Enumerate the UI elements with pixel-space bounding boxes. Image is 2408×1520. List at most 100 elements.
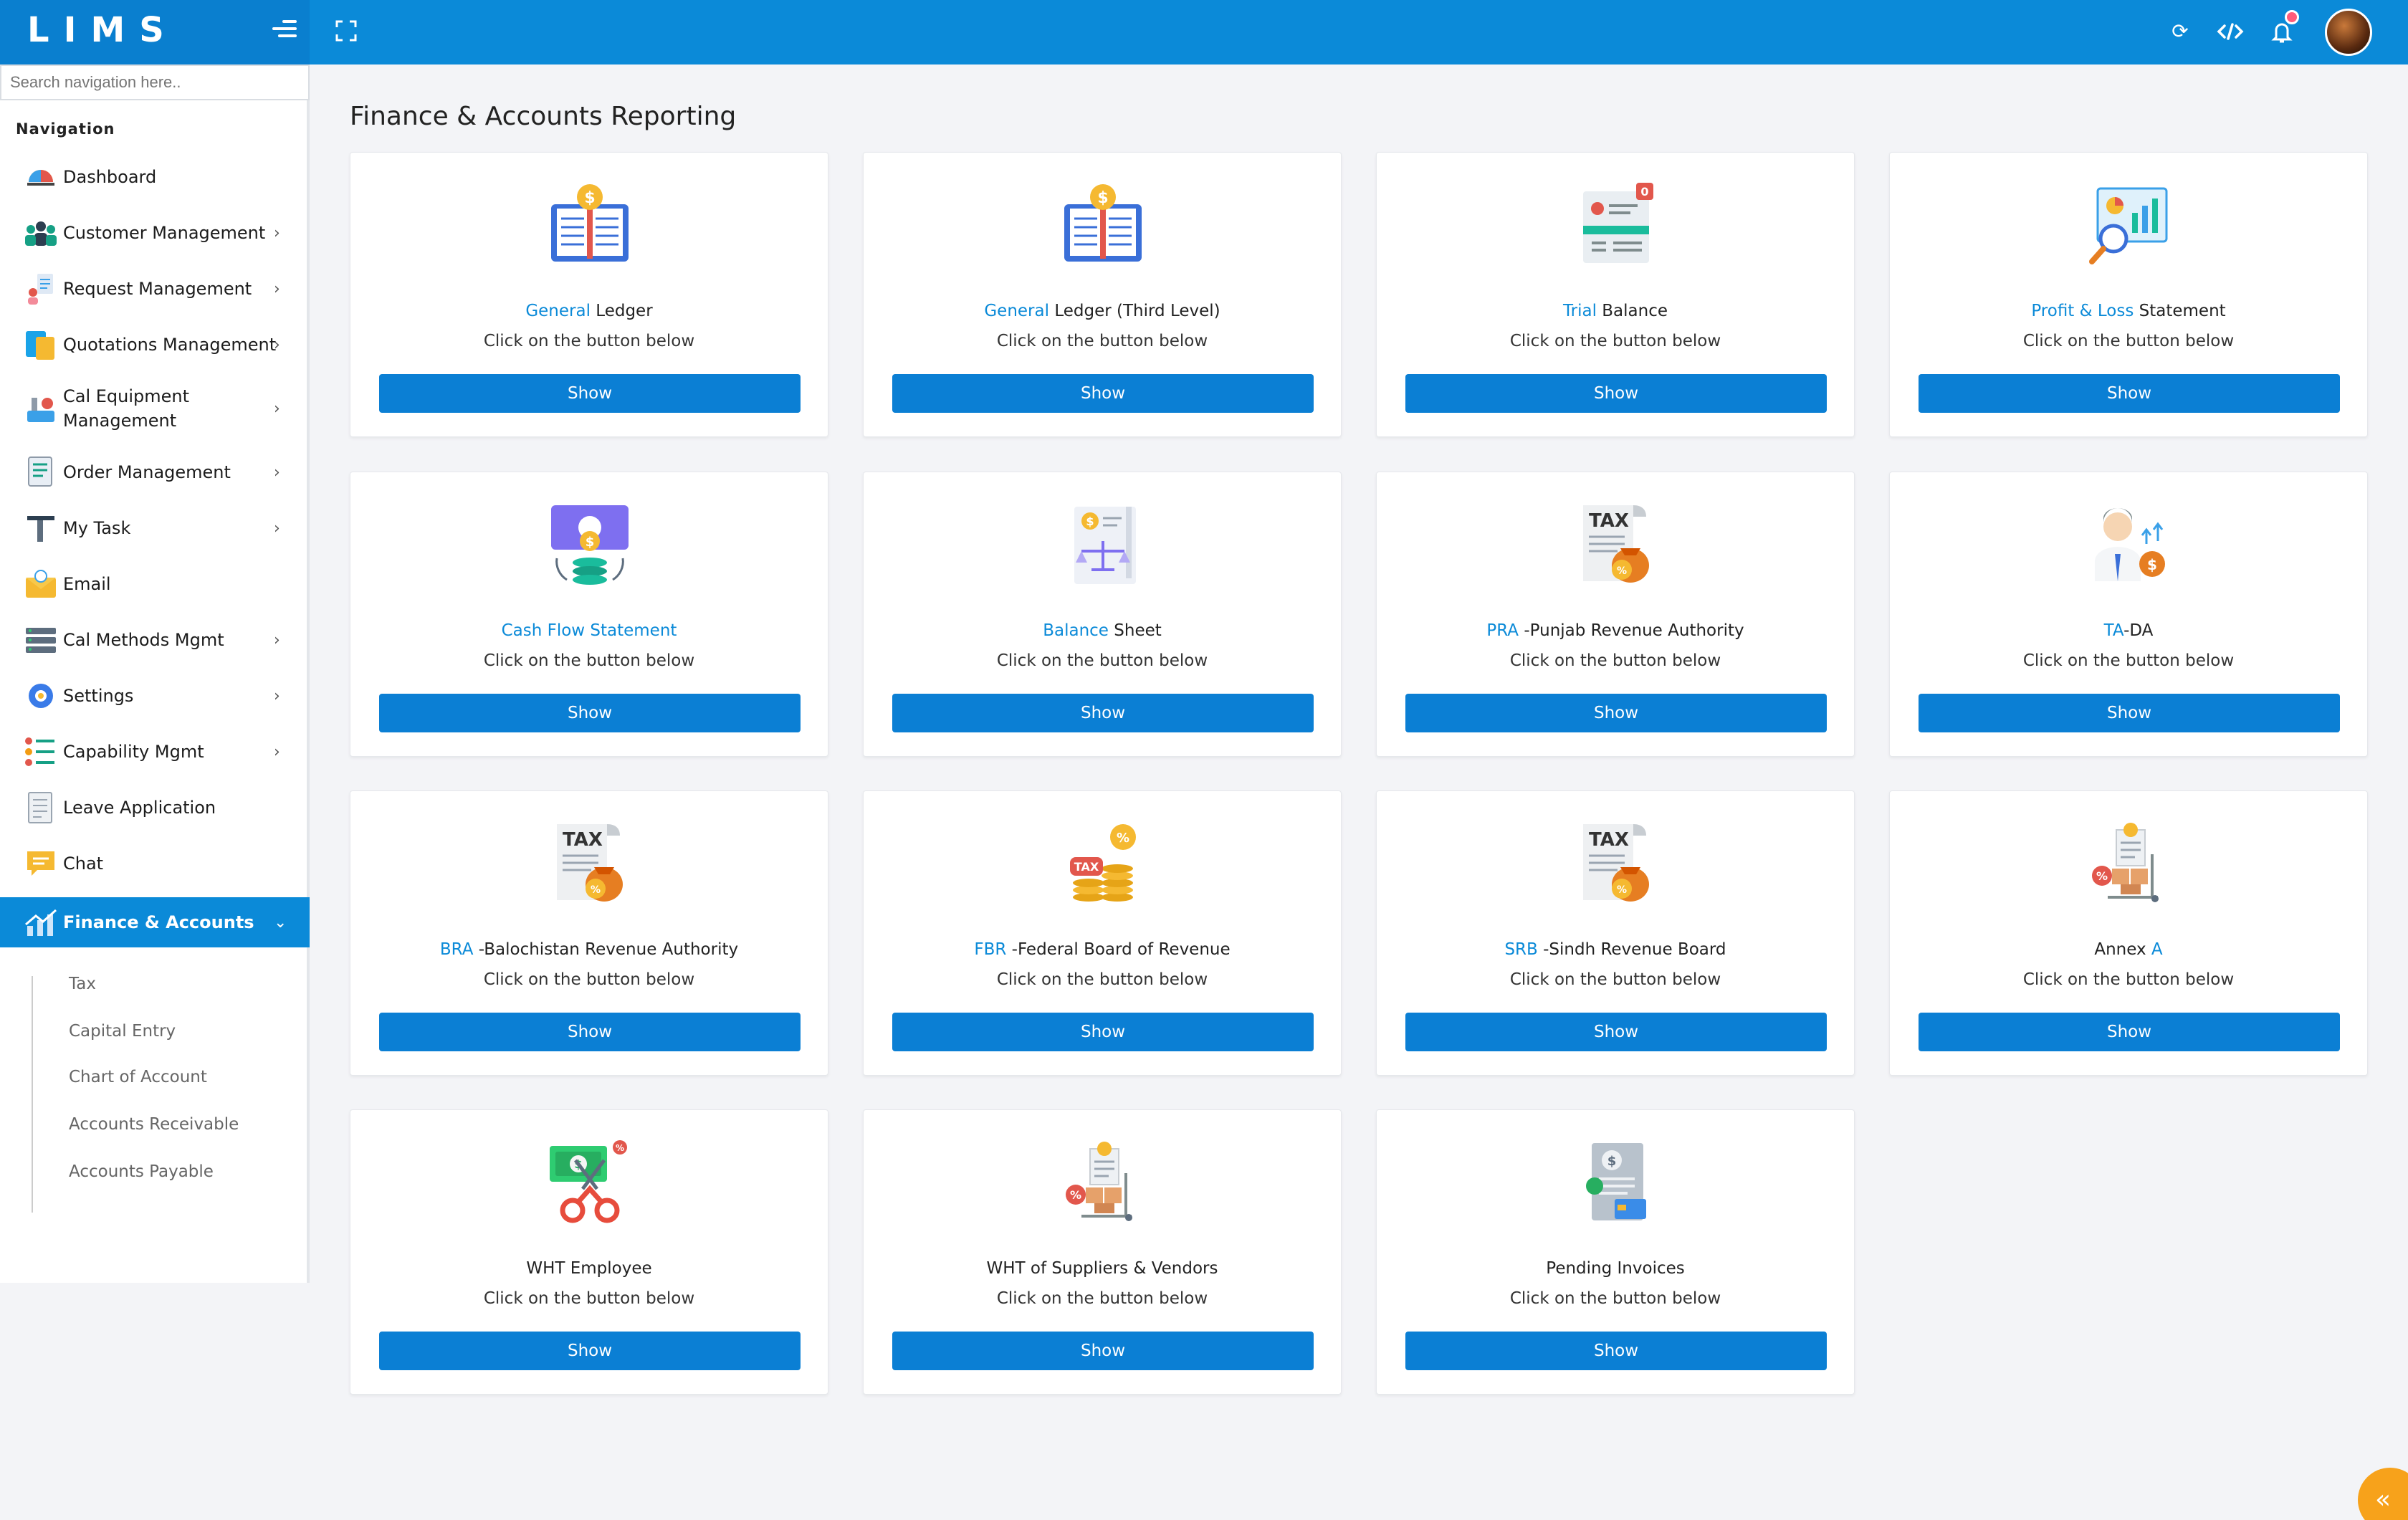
show-button[interactable]: Show — [1405, 1013, 1827, 1051]
card-subtitle: Click on the button below — [996, 332, 1208, 350]
card-title: SRB -Sindh Revenue Board — [1504, 940, 1726, 959]
code-icon[interactable] — [2216, 17, 2245, 46]
svg-text:$: $ — [1097, 189, 1108, 207]
wht-employee-icon: $% — [550, 1140, 627, 1223]
chevron-right-icon: › — [274, 687, 280, 705]
svg-text:%: % — [2096, 869, 2108, 883]
show-button[interactable]: Show — [1405, 374, 1827, 413]
nav-item-chat[interactable]: Chat — [0, 838, 310, 889]
logo-area: LIMS — [0, 0, 310, 64]
svg-text:%: % — [591, 884, 601, 896]
card-title: General Ledger — [525, 302, 653, 320]
show-button[interactable]: Show — [379, 374, 801, 413]
show-button[interactable]: Show — [379, 694, 801, 732]
show-button[interactable]: Show — [892, 1332, 1314, 1370]
svg-text:%: % — [616, 1143, 624, 1153]
nav-item-finance-accounts[interactable]: Finance & Accounts ⌄ — [0, 897, 310, 947]
card-subtitle: Click on the button below — [1509, 332, 1721, 350]
report-card-wht-employee: $% WHT Employee Click on the button belo… — [350, 1109, 828, 1395]
report-card-ta-da: $ TA-DA Click on the button below Show — [1889, 472, 2368, 757]
card-subtitle: Click on the button below — [996, 651, 1208, 670]
nav-item-customer-management[interactable]: Customer Management › — [0, 208, 310, 258]
card-title: WHT of Suppliers & Vendors — [986, 1259, 1218, 1278]
svg-text:TAX: TAX — [1589, 829, 1629, 851]
task-icon — [27, 516, 54, 542]
nav-label: Quotations Management — [63, 335, 277, 355]
submenu-item-accounts-payable[interactable]: Accounts Payable — [69, 1162, 214, 1181]
card-subtitle: Click on the button below — [483, 1289, 695, 1308]
nav-label: Finance & Accounts — [63, 912, 254, 932]
show-button[interactable]: Show — [1919, 1013, 2340, 1051]
finance-icon — [25, 909, 57, 936]
svg-text:$: $ — [2147, 556, 2157, 573]
nav-label: Settings — [63, 686, 134, 706]
card-subtitle: Click on the button below — [483, 651, 695, 670]
show-button[interactable]: Show — [379, 1332, 801, 1370]
annex-cart-icon: % — [2092, 823, 2159, 902]
fullscreen-icon[interactable] — [335, 20, 357, 42]
email-icon — [26, 570, 56, 598]
chevron-right-icon: › — [274, 335, 280, 354]
tax-coins-icon: TAX% — [1070, 824, 1136, 902]
capability-icon — [25, 737, 54, 766]
nav-label: Cal Methods Mgmt — [63, 630, 224, 650]
chevron-right-icon: › — [274, 742, 280, 761]
nav-item-dashboard[interactable]: Dashboard — [0, 152, 310, 202]
nav-item-capability[interactable]: Capability Mgmt › — [0, 727, 310, 777]
svg-text:TAX: TAX — [1074, 860, 1099, 874]
svg-text:TAX: TAX — [563, 829, 603, 851]
card-subtitle: Click on the button below — [1509, 1289, 1721, 1308]
allowance-icon: $ — [2095, 508, 2165, 581]
svg-text:$: $ — [1086, 515, 1094, 528]
nav-item-cal-equipment[interactable]: Cal Equipment Management › — [0, 377, 310, 440]
card-subtitle: Click on the button below — [483, 970, 695, 989]
card-title: Pending Invoices — [1546, 1259, 1685, 1278]
submenu-item-tax[interactable]: Tax — [69, 975, 96, 993]
ledger-book-icon: $ — [1064, 184, 1142, 262]
show-button[interactable]: Show — [892, 694, 1314, 732]
chevron-right-icon: › — [274, 399, 280, 418]
submenu-item-accounts-receivable[interactable]: Accounts Receivable — [69, 1115, 239, 1134]
menu-toggle-icon[interactable] — [272, 20, 297, 42]
ledger-book-icon: $ — [551, 184, 629, 262]
card-title: PRA -Punjab Revenue Authority — [1486, 621, 1744, 640]
report-card-pending-invoices: $ Pending Invoices Click on the button b… — [1376, 1109, 1855, 1395]
nav-item-settings[interactable]: Settings › — [0, 671, 310, 721]
nav-label: Email — [63, 574, 111, 594]
nav-item-order-management[interactable]: Order Management › — [0, 447, 310, 497]
card-subtitle: Click on the button below — [2022, 970, 2235, 989]
show-button[interactable]: Show — [379, 1013, 801, 1051]
nav-item-cal-methods[interactable]: Cal Methods Mgmt › — [0, 615, 310, 665]
nav-label: Order Management — [63, 462, 231, 482]
card-title: Profit & Loss Statement — [2031, 302, 2226, 320]
show-button[interactable]: Show — [1405, 694, 1827, 732]
card-subtitle: Click on the button below — [1509, 651, 1721, 670]
show-button[interactable]: Show — [1405, 1332, 1827, 1370]
show-button[interactable]: Show — [1919, 374, 2340, 413]
methods-icon — [26, 628, 56, 653]
report-card-cash-flow: $ Cash Flow Statement Click on the butto… — [350, 472, 828, 757]
search-navigation-input[interactable] — [0, 64, 310, 100]
card-subtitle: Click on the button below — [483, 332, 695, 350]
svg-text:$: $ — [1607, 1154, 1617, 1169]
nav-label: Chat — [63, 854, 104, 874]
nav-item-email[interactable]: Email — [0, 559, 310, 609]
nav-item-quotations-management[interactable]: Quotations Management › — [0, 320, 310, 370]
user-avatar[interactable] — [2325, 9, 2372, 56]
refresh-icon[interactable]: ⟳ — [2166, 17, 2194, 46]
show-button[interactable]: Show — [892, 374, 1314, 413]
submenu-item-capital-entry[interactable]: Capital Entry — [69, 1022, 176, 1041]
app-logo[interactable]: LIMS — [27, 10, 178, 50]
show-button[interactable]: Show — [1919, 694, 2340, 732]
show-button[interactable]: Show — [892, 1013, 1314, 1051]
submenu-guide-line — [32, 976, 33, 1213]
report-card-trial-balance: 0 Trial Balance Click on the button belo… — [1376, 152, 1855, 437]
submenu-item-chart-of-account[interactable]: Chart of Account — [69, 1068, 207, 1086]
order-icon — [28, 457, 52, 487]
nav-item-my-task[interactable]: My Task › — [0, 503, 310, 553]
nav-item-request-management[interactable]: Request Management › — [0, 264, 310, 314]
collapse-panel-button[interactable]: « — [2358, 1468, 2408, 1520]
request-icon — [28, 274, 53, 305]
nav-item-leave-application[interactable]: Leave Application — [0, 783, 310, 833]
notification-badge — [2285, 10, 2299, 24]
